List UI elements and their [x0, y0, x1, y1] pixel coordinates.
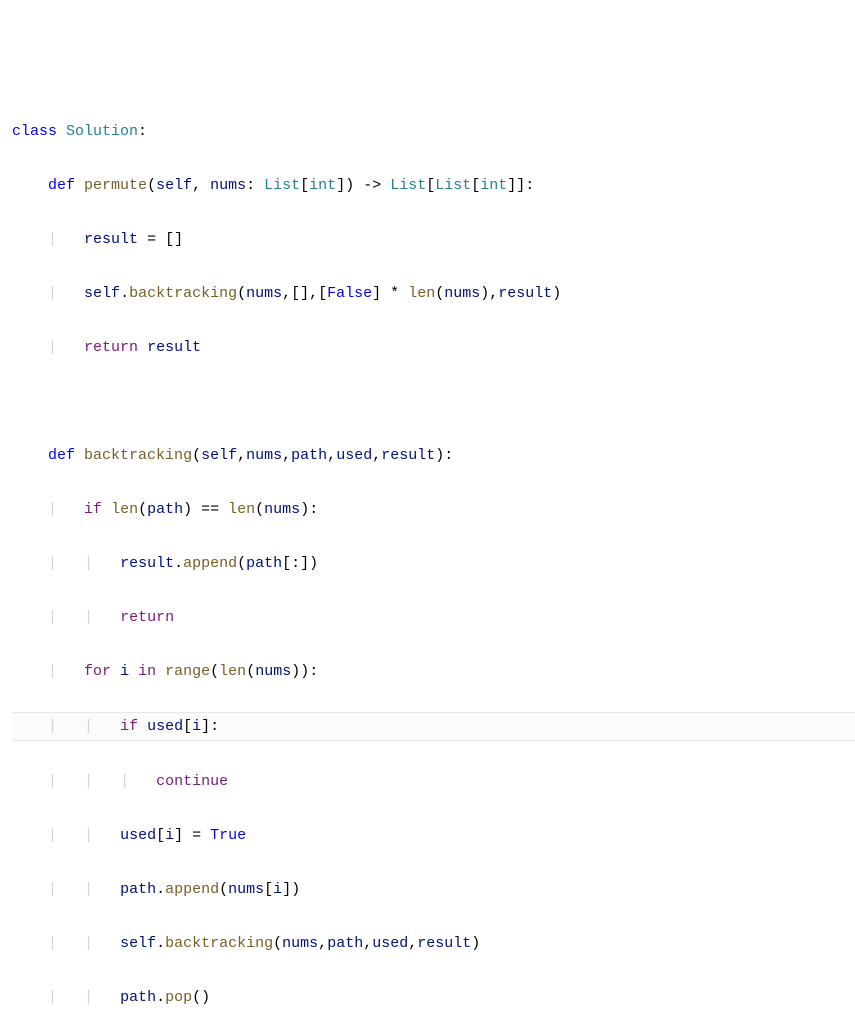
code-line — [12, 388, 855, 415]
code-line: | if len(path) == len(nums): — [12, 496, 855, 523]
code-line: | for i in range(len(nums)): — [12, 658, 855, 685]
keyword: return — [84, 339, 138, 356]
code-line: def backtracking(self,nums,path,used,res… — [12, 442, 855, 469]
code-line: | | | continue — [12, 768, 855, 795]
code-line: | | used[i] = True — [12, 822, 855, 849]
code-line: | return result — [12, 334, 855, 361]
code-line: | self.backtracking(nums,[],[False] * le… — [12, 280, 855, 307]
keyword: class — [12, 123, 57, 140]
code-line: | | return — [12, 604, 855, 631]
keyword: if — [84, 501, 102, 518]
code-line: | | path.pop() — [12, 984, 855, 1011]
function-name: backtracking — [84, 447, 192, 464]
code-line: | | path.append(nums[i]) — [12, 876, 855, 903]
code-editor[interactable]: class Solution: def permute(self, nums: … — [12, 118, 855, 1034]
keyword: def — [48, 177, 75, 194]
keyword: if — [120, 718, 138, 735]
class-name: Solution — [66, 123, 138, 140]
code-line: | result = [] — [12, 226, 855, 253]
code-line: def permute(self, nums: List[int]) -> Li… — [12, 172, 855, 199]
keyword: continue — [156, 773, 228, 790]
code-line: | | result.append(path[:]) — [12, 550, 855, 577]
code-line-highlighted: | | if used[i]: — [12, 712, 855, 741]
keyword: for — [84, 663, 111, 680]
function-name: permute — [84, 177, 147, 194]
code-line: | | self.backtracking(nums,path,used,res… — [12, 930, 855, 957]
keyword: def — [48, 447, 75, 464]
keyword: return — [120, 609, 174, 626]
code-line: class Solution: — [12, 118, 855, 145]
